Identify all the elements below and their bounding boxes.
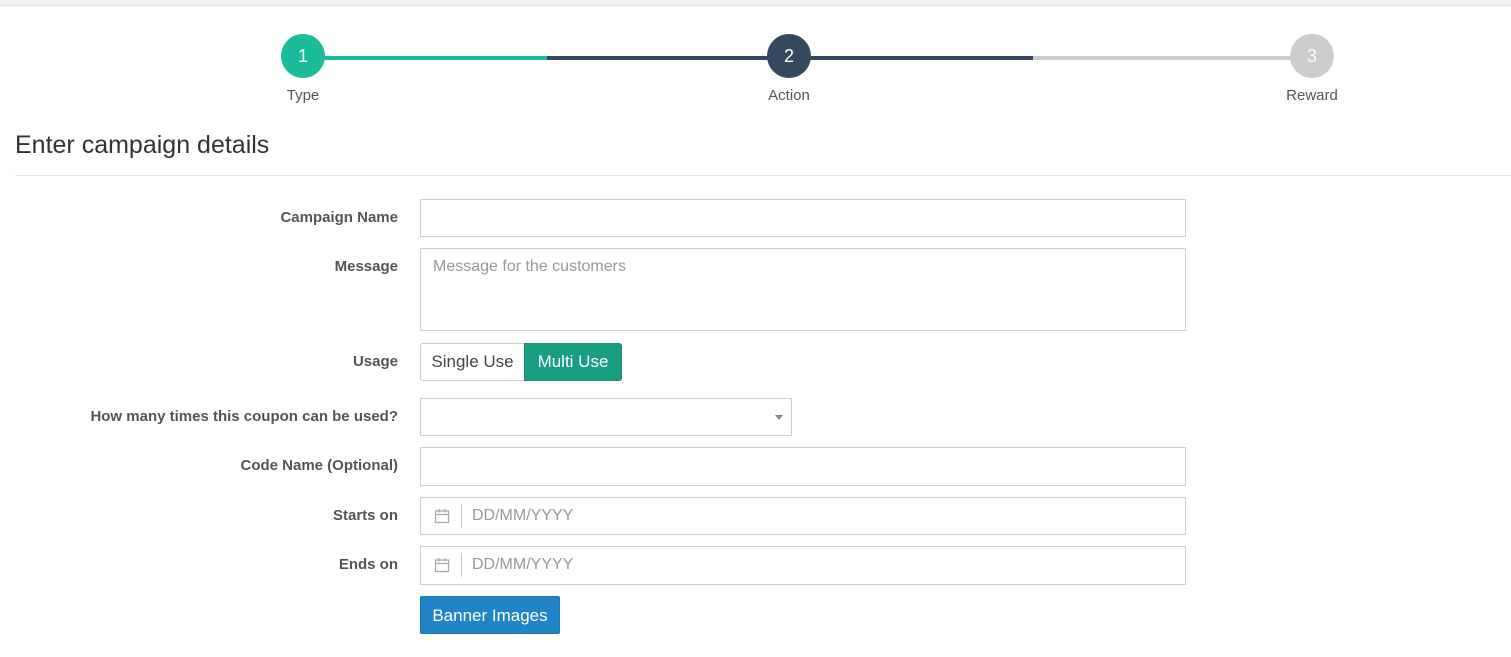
step-2-circle[interactable]: 2	[767, 34, 811, 78]
starts-on-label: Starts on	[332, 507, 398, 524]
step-1-circle[interactable]: 1	[281, 34, 325, 78]
step-3-label: Reward	[1286, 87, 1338, 104]
top-bar	[0, 0, 1511, 6]
step-1-label: Type	[286, 87, 320, 104]
coupon-uses-select[interactable]	[420, 398, 792, 436]
addon-divider	[461, 553, 462, 577]
campaign-name-input[interactable]	[420, 199, 1186, 237]
addon-divider	[461, 504, 462, 528]
calendar-icon[interactable]	[434, 557, 450, 573]
single-use-toggle[interactable]: Single Use	[420, 343, 524, 381]
step-2-label: Action	[768, 87, 810, 104]
calendar-icon[interactable]	[434, 508, 450, 524]
multi-use-toggle[interactable]: Multi Use	[524, 343, 622, 381]
starts-on-date-input[interactable]: DD/MM/YYYY	[420, 497, 1186, 535]
ends-on-placeholder: DD/MM/YYYY	[472, 556, 574, 573]
ends-on-date-input[interactable]: DD/MM/YYYY	[420, 546, 1186, 585]
banner-images-button[interactable]: Banner Images	[420, 596, 560, 634]
starts-on-placeholder: DD/MM/YYYY	[472, 507, 574, 524]
message-label: Message	[334, 258, 398, 275]
message-placeholder: Message for the customers	[433, 258, 626, 275]
message-textarea[interactable]: Message for the customers	[420, 248, 1186, 331]
usage-label: Usage	[352, 353, 398, 370]
page-title: Enter campaign details	[15, 131, 270, 159]
stepper-line-pending	[1033, 56, 1313, 60]
stepper-line-complete	[303, 56, 547, 60]
coupon-uses-label: How many times this coupon can be used?	[90, 408, 398, 425]
step-3-circle[interactable]: 3	[1290, 34, 1334, 78]
campaign-name-label: Campaign Name	[280, 209, 398, 226]
title-divider	[15, 175, 1511, 176]
code-name-label: Code Name (Optional)	[240, 457, 398, 474]
ends-on-label: Ends on	[338, 556, 398, 573]
code-name-input[interactable]	[420, 447, 1186, 486]
chevron-down-icon	[775, 415, 783, 420]
